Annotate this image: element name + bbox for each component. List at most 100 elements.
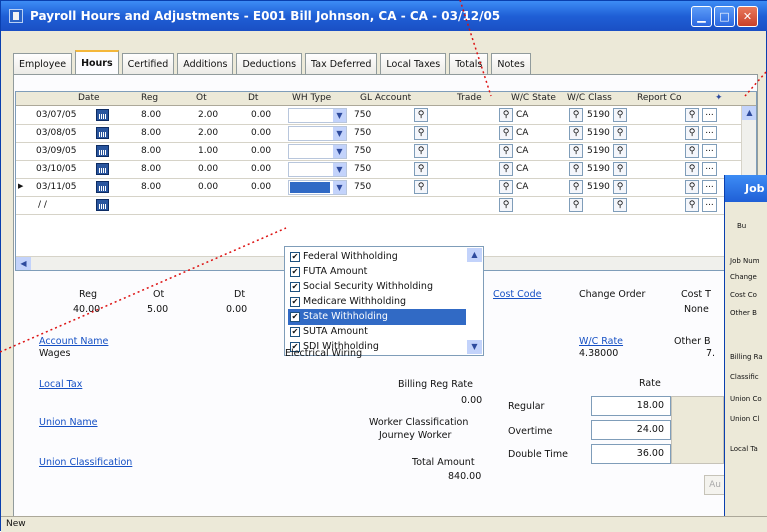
reg-cell[interactable]: 8.00 [141, 182, 161, 192]
wc-class-lookup-search-icon[interactable]: ⚲ [613, 108, 627, 122]
scroll-up-icon[interactable]: ▲ [742, 106, 756, 120]
dt-cell[interactable]: 0.00 [251, 128, 271, 138]
wc-class-lookup-search-icon[interactable]: ⚲ [613, 126, 627, 140]
close-button[interactable]: ✕ [737, 6, 758, 27]
trade-lookup-search-icon[interactable]: ⚲ [499, 144, 513, 158]
dt-cell[interactable]: 0.00 [251, 146, 271, 156]
more-options-icon[interactable]: ... [702, 108, 717, 122]
wc-class-lookup-search-icon[interactable]: ⚲ [613, 144, 627, 158]
gl-account-cell[interactable]: 750 [354, 164, 371, 174]
reg-cell[interactable]: 8.00 [141, 164, 161, 174]
gl-account-cell[interactable]: 750 [354, 110, 371, 120]
table-row[interactable]: 03/07/05 8.00 2.00 0.00 ▼ 750 ⚲ ⚲ CA ⚲ 5190 ⚲ ⚲... [16, 107, 751, 125]
wh-type-option[interactable]: ✔ State Withholding [288, 309, 466, 325]
dt-cell[interactable]: 0.00 [251, 110, 271, 120]
wh-type-option[interactable]: ✔ FUTA Amount [288, 264, 466, 280]
col-gl-account[interactable]: GL Account [360, 93, 411, 103]
more-options-icon[interactable]: ... [702, 126, 717, 140]
new-table-row[interactable]: / / ⚲ ⚲ ⚲ ⚲... [16, 197, 751, 215]
table-row[interactable]: 03/10/05 8.00 0.00 0.00 ▼ 750 ⚲ ⚲ CA ⚲ 5190 ⚲ ⚲... [16, 161, 751, 179]
chevron-down-icon[interactable]: ▼ [333, 109, 346, 122]
more-options-icon[interactable]: ... [702, 162, 717, 176]
more-options-icon[interactable]: ... [702, 198, 717, 212]
trade-lookup-search-icon[interactable]: ⚲ [499, 126, 513, 140]
wc-class-lookup-search-icon[interactable]: ⚲ [613, 180, 627, 194]
wc-state-lookup-search-icon[interactable]: ⚲ [569, 198, 583, 212]
cost-code-link[interactable]: Cost Code [493, 289, 541, 300]
union-name-link[interactable]: Union Name [39, 417, 98, 428]
gl-lookup-search-icon[interactable]: ⚲ [414, 144, 428, 158]
calendar-icon[interactable] [96, 199, 109, 211]
table-row[interactable]: ▶ 03/11/05 8.00 0.00 0.00 ▼ 750 ⚲ ⚲ CA ⚲ 5190 ⚲ ⚲... [16, 179, 751, 197]
report-co-lookup-search-icon[interactable]: ⚲ [685, 126, 699, 140]
minimize-button[interactable]: ▁ [691, 6, 712, 27]
wh-type-option[interactable]: ✔ Federal Withholding [288, 249, 466, 265]
tab-employee[interactable]: Employee [13, 53, 73, 74]
reg-cell[interactable]: 8.00 [141, 128, 161, 138]
col-dt[interactable]: Dt [248, 93, 258, 103]
report-co-lookup-search-icon[interactable]: ⚲ [685, 162, 699, 176]
dropdown-scroll-down-icon[interactable]: ▼ [467, 340, 482, 354]
ot-cell[interactable]: 0.00 [198, 182, 218, 192]
tab-hours[interactable]: Hours [75, 50, 119, 74]
chevron-down-icon[interactable]: ▼ [333, 145, 346, 158]
double-time-rate-field[interactable]: 36.00 [591, 444, 671, 464]
wc-state-cell[interactable]: CA [516, 182, 528, 192]
date-cell[interactable]: 03/10/05 [36, 164, 76, 174]
account-name-link[interactable]: Account Name [39, 336, 108, 347]
job-side-window[interactable]: Job Bu Job Num Change Cost Co Other B Billin… [724, 175, 767, 532]
col-report-co[interactable]: Report Co [637, 93, 682, 103]
checkbox-icon[interactable]: ✔ [290, 282, 300, 292]
ot-cell[interactable]: 2.00 [198, 128, 218, 138]
tab-tax-deferred[interactable]: Tax Deferred [305, 53, 378, 74]
gl-lookup-search-icon[interactable]: ⚲ [414, 162, 428, 176]
tab-totals[interactable]: Totals [449, 53, 489, 74]
regular-rate-field[interactable]: 18.00 [591, 396, 671, 416]
gl-account-cell[interactable]: 750 [354, 128, 371, 138]
wc-class-lookup-search-icon[interactable]: ⚲ [613, 162, 627, 176]
ot-cell[interactable]: 2.00 [198, 110, 218, 120]
hours-grid[interactable]: Date Reg Ot Dt WH Type GL Account Trade … [15, 91, 757, 271]
chevron-down-icon[interactable]: ▼ [333, 181, 346, 194]
trade-lookup-search-icon[interactable]: ⚲ [499, 108, 513, 122]
job-radio-label[interactable]: Bu [737, 222, 746, 230]
wc-state-cell[interactable]: CA [516, 128, 528, 138]
tab-notes[interactable]: Notes [491, 53, 531, 74]
wc-class-cell[interactable]: 5190 [587, 128, 610, 138]
wh-type-option[interactable]: ✔ Medicare Withholding [288, 294, 466, 310]
gl-lookup-search-icon[interactable]: ⚲ [414, 108, 428, 122]
col-reg[interactable]: Reg [141, 93, 158, 103]
tab-local-taxes[interactable]: Local Taxes [380, 53, 447, 74]
wc-rate-link[interactable]: W/C Rate [579, 336, 623, 347]
dt-cell[interactable]: 0.00 [251, 164, 271, 174]
calendar-icon[interactable] [96, 181, 109, 193]
chevron-down-icon[interactable]: ▼ [333, 127, 346, 140]
wc-state-cell[interactable]: CA [516, 110, 528, 120]
table-row[interactable]: 03/09/05 8.00 1.00 0.00 ▼ 750 ⚲ ⚲ CA ⚲ 5190 ⚲ ⚲... [16, 143, 751, 161]
date-cell[interactable]: / / [38, 200, 47, 210]
au-button[interactable]: Au [704, 475, 726, 495]
checkbox-icon[interactable]: ✔ [290, 297, 300, 307]
wc-class-cell[interactable]: 5190 [587, 164, 610, 174]
tab-deductions[interactable]: Deductions [236, 53, 303, 74]
report-co-lookup-search-icon[interactable]: ⚲ [685, 198, 699, 212]
reg-cell[interactable]: 8.00 [141, 146, 161, 156]
checkbox-icon[interactable]: ✔ [290, 327, 300, 337]
column-chooser-icon[interactable]: ✦ [715, 93, 723, 103]
date-cell[interactable]: 03/07/05 [36, 110, 76, 120]
scroll-left-icon[interactable]: ◀ [16, 257, 31, 270]
wc-state-lookup-search-icon[interactable]: ⚲ [569, 180, 583, 194]
wc-state-cell[interactable]: CA [516, 146, 528, 156]
reg-cell[interactable]: 8.00 [141, 110, 161, 120]
ot-cell[interactable]: 1.00 [198, 146, 218, 156]
table-row[interactable]: 03/08/05 8.00 2.00 0.00 ▼ 750 ⚲ ⚲ CA ⚲ 5190 ⚲ ⚲... [16, 125, 751, 143]
wc-class-lookup-search-icon[interactable]: ⚲ [613, 198, 627, 212]
calendar-icon[interactable] [96, 109, 109, 121]
checkbox-icon[interactable]: ✔ [290, 312, 300, 322]
more-options-icon[interactable]: ... [702, 144, 717, 158]
wh-type-combo[interactable]: ▼ [288, 162, 347, 177]
tab-certified[interactable]: Certified [121, 53, 175, 74]
col-wh-type[interactable]: WH Type [292, 93, 331, 103]
wh-type-combo[interactable]: ▼ [288, 126, 347, 141]
wc-state-lookup-search-icon[interactable]: ⚲ [569, 144, 583, 158]
